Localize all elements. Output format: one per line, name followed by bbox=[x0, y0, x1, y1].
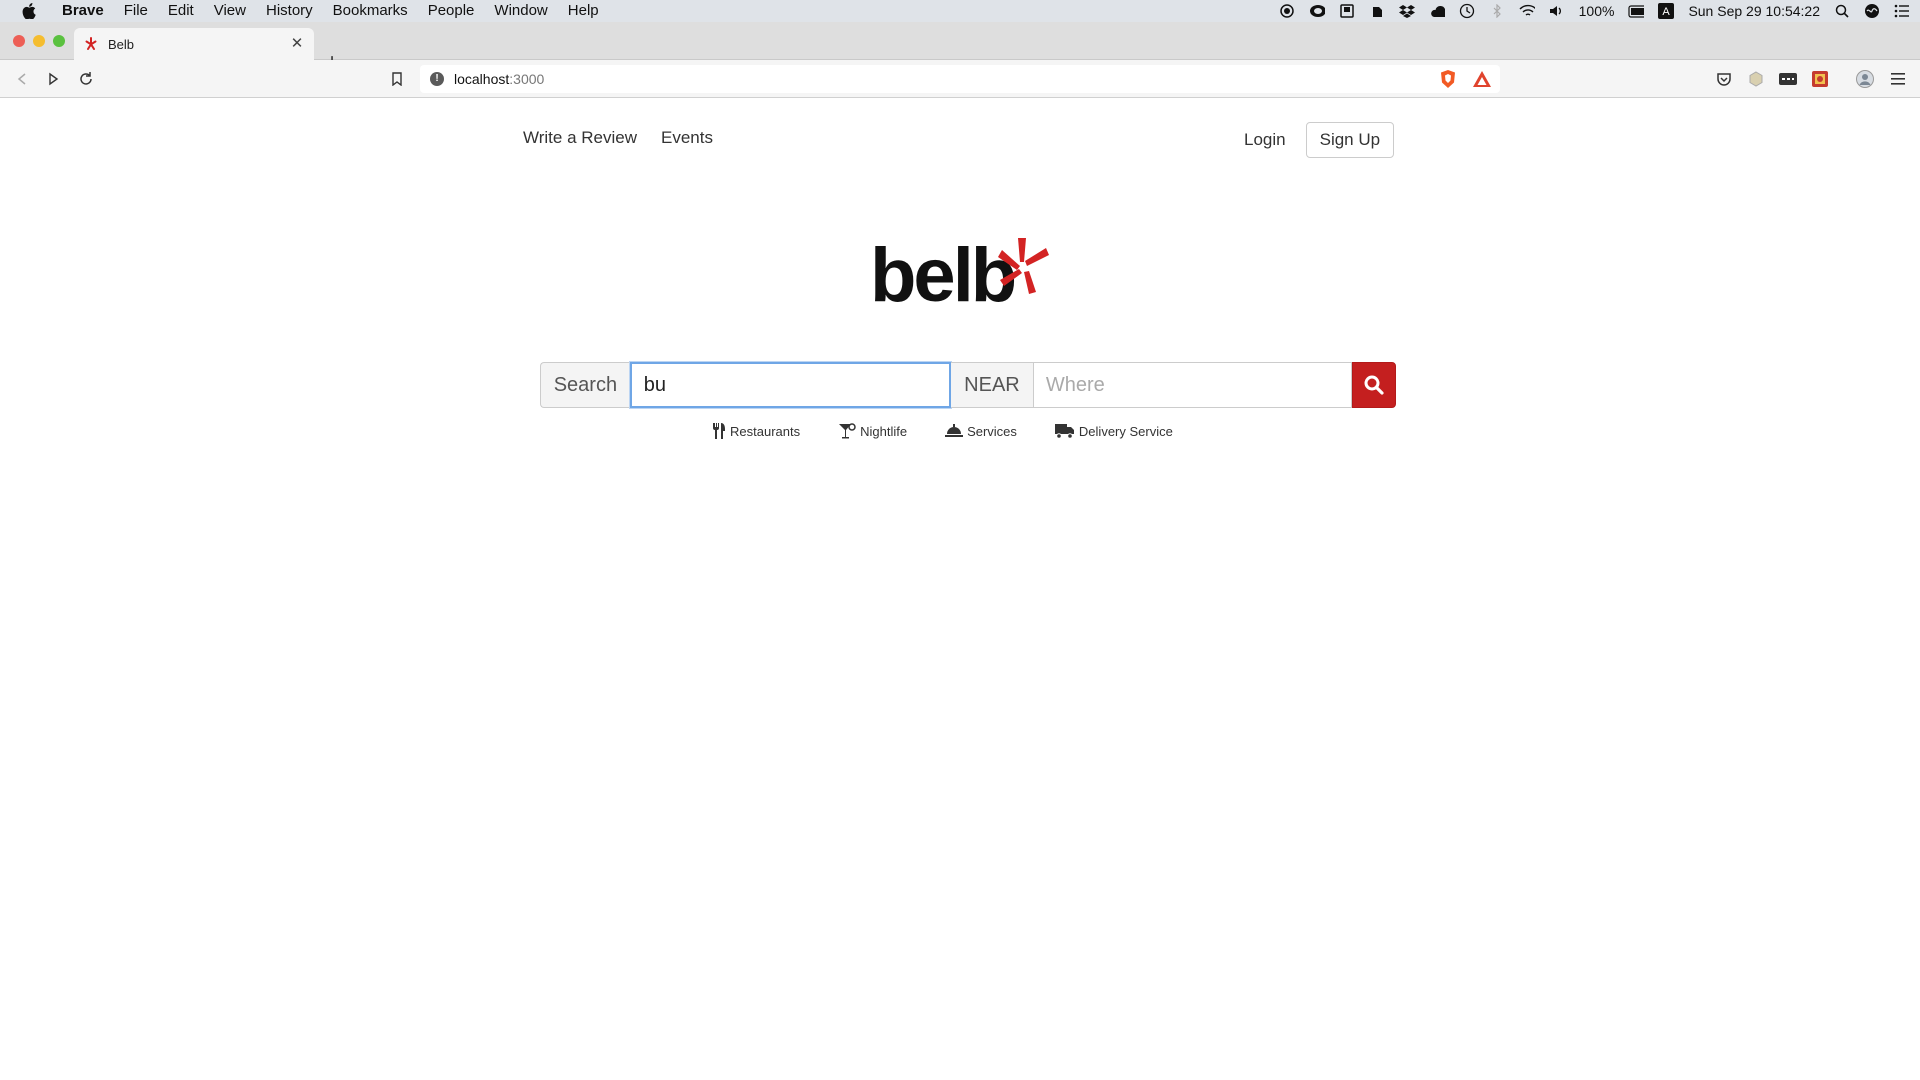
back-arrow-icon[interactable] bbox=[12, 69, 32, 89]
search-form: Search NEAR bbox=[540, 362, 1396, 408]
menu-help[interactable]: Help bbox=[558, 0, 609, 22]
category-services[interactable]: Services bbox=[945, 423, 1017, 439]
menu-bookmarks[interactable]: Bookmarks bbox=[323, 0, 418, 22]
belb-favicon-icon bbox=[85, 37, 97, 50]
address-bar[interactable]: ! localhost:3000 bbox=[420, 65, 1500, 93]
volume-icon[interactable] bbox=[1549, 3, 1565, 19]
evernote-icon[interactable] bbox=[1369, 3, 1385, 19]
category-links: Restaurants Nightlife Services Delivery … bbox=[712, 423, 1173, 439]
belb-logo[interactable]: belb bbox=[870, 236, 1050, 316]
battery-percent: 100% bbox=[1578, 3, 1615, 19]
login-link[interactable]: Login bbox=[1244, 130, 1286, 150]
brave-rewards-icon[interactable] bbox=[1472, 69, 1492, 89]
creative-cloud-icon[interactable] bbox=[1309, 3, 1325, 19]
menu-view[interactable]: View bbox=[204, 0, 256, 22]
category-restaurants[interactable]: Restaurants bbox=[712, 423, 800, 439]
search-label: Search bbox=[540, 362, 630, 408]
top-nav-right: Login Sign Up bbox=[1244, 122, 1395, 158]
site-info-icon[interactable]: ! bbox=[430, 72, 444, 86]
truck-icon bbox=[1054, 424, 1074, 439]
near-label: NEAR bbox=[951, 362, 1033, 408]
cloud-upload-icon[interactable] bbox=[1429, 3, 1445, 19]
forward-arrow-icon[interactable] bbox=[43, 69, 63, 89]
window-minimize-button[interactable] bbox=[33, 35, 45, 47]
url-host: localhost bbox=[454, 71, 510, 87]
battery-icon[interactable] bbox=[1628, 3, 1645, 19]
browser-tab-strip: Belb ✕ + bbox=[0, 22, 1920, 73]
svg-text:A: A bbox=[1663, 6, 1671, 18]
category-label: Services bbox=[967, 423, 1017, 439]
events-link[interactable]: Events bbox=[661, 128, 713, 148]
search-input[interactable] bbox=[629, 362, 952, 408]
cocktail-icon bbox=[839, 423, 856, 439]
apple-icon[interactable] bbox=[20, 2, 38, 20]
logo-wordmark: belb bbox=[870, 233, 1017, 318]
spotlight-search-icon[interactable] bbox=[1834, 3, 1850, 19]
menu-edit[interactable]: Edit bbox=[158, 0, 204, 22]
extension-hex-icon[interactable] bbox=[1746, 69, 1766, 89]
notification-center-icon[interactable] bbox=[1894, 3, 1910, 19]
siri-icon[interactable] bbox=[1864, 3, 1880, 19]
menu-app-name[interactable]: Brave bbox=[52, 0, 114, 22]
category-nightlife[interactable]: Nightlife bbox=[838, 423, 907, 439]
search-submit-button[interactable] bbox=[1352, 362, 1396, 408]
utensils-icon bbox=[713, 423, 725, 439]
hamburger-menu-icon[interactable] bbox=[1888, 69, 1908, 89]
top-nav-left: Write a Review Events bbox=[523, 128, 713, 148]
window-close-button[interactable] bbox=[13, 35, 25, 47]
write-review-link[interactable]: Write a Review bbox=[523, 128, 637, 148]
burst-logo-icon bbox=[998, 238, 1049, 294]
notes-icon[interactable] bbox=[1339, 3, 1355, 19]
profile-avatar-icon[interactable] bbox=[1855, 69, 1875, 89]
brave-shields-icon[interactable] bbox=[1438, 69, 1458, 89]
pocket-icon[interactable] bbox=[1714, 69, 1734, 89]
category-label: Nightlife bbox=[860, 423, 908, 439]
time-machine-icon[interactable] bbox=[1459, 3, 1475, 19]
tab-close-icon[interactable]: ✕ bbox=[288, 35, 306, 53]
reload-icon[interactable] bbox=[76, 69, 96, 89]
bluetooth-icon[interactable] bbox=[1489, 3, 1505, 19]
location-input[interactable] bbox=[1032, 362, 1353, 408]
extension-dots-icon[interactable] bbox=[1778, 69, 1798, 89]
menu-history[interactable]: History bbox=[256, 0, 323, 22]
category-label: Delivery Service bbox=[1078, 423, 1173, 439]
category-delivery[interactable]: Delivery Service bbox=[1054, 423, 1173, 439]
wifi-icon[interactable] bbox=[1519, 3, 1535, 19]
search-icon bbox=[1364, 375, 1384, 395]
window-zoom-button[interactable] bbox=[53, 35, 65, 47]
service-bell-icon bbox=[945, 424, 964, 437]
category-label: Restaurants bbox=[730, 423, 801, 439]
menu-file[interactable]: File bbox=[114, 0, 158, 22]
record-icon[interactable] bbox=[1279, 3, 1295, 19]
tab-title: Belb bbox=[108, 36, 135, 52]
signup-button[interactable]: Sign Up bbox=[1305, 122, 1395, 158]
extension-color-icon[interactable] bbox=[1810, 69, 1830, 89]
browser-toolbar: ! localhost:3000 bbox=[0, 60, 1920, 98]
menubar-status-area: 100% A Sun Sep 29 10:54:22 bbox=[1279, 0, 1910, 22]
macos-menubar: Brave File Edit View History Bookmarks P… bbox=[0, 0, 1920, 22]
dropbox-icon[interactable] bbox=[1398, 3, 1415, 19]
menubar-clock[interactable]: Sun Sep 29 10:54:22 bbox=[1688, 3, 1820, 19]
menu-people[interactable]: People bbox=[418, 0, 485, 22]
url-port: :3000 bbox=[509, 71, 545, 87]
browser-tab-active[interactable]: Belb ✕ bbox=[74, 28, 314, 60]
input-source-icon[interactable]: A bbox=[1658, 3, 1675, 19]
menu-window[interactable]: Window bbox=[484, 0, 557, 22]
bookmark-icon[interactable] bbox=[387, 69, 407, 89]
